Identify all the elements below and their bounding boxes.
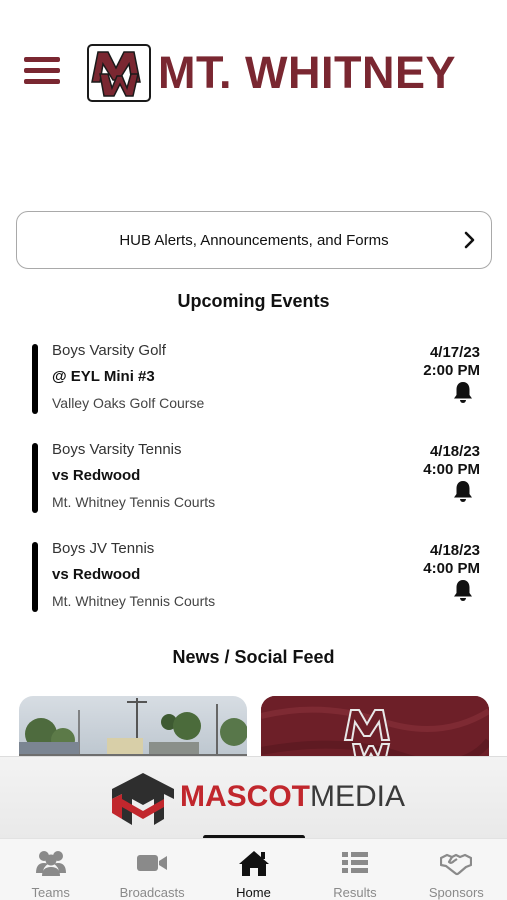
tab-results[interactable]: Results: [304, 839, 405, 900]
event-sport: Boys JV Tennis: [52, 540, 155, 557]
home-icon: [238, 851, 269, 876]
handshake-icon: [440, 853, 473, 876]
event-opponent: vs Redwood: [52, 566, 141, 583]
list-icon: [341, 852, 368, 873]
event-location: Valley Oaks Golf Course: [52, 395, 205, 411]
event-time: 2:00 PM: [423, 362, 480, 379]
event-accent-bar: [32, 344, 38, 414]
sponsor-banner[interactable]: MASCOTMEDIA: [0, 756, 507, 838]
event-location: Mt. Whitney Tennis Courts: [52, 494, 216, 510]
event-opponent: @ EYL Mini #3: [52, 368, 155, 385]
mascot-media-logo-icon: [112, 773, 174, 825]
tab-bar: Teams Broadcasts Home Results Sponsors: [0, 838, 507, 900]
bell-icon[interactable]: [452, 479, 474, 503]
news-feed-title: News / Social Feed: [172, 647, 335, 667]
event-date: 4/18/23: [429, 542, 480, 559]
bell-icon[interactable]: [452, 578, 474, 602]
event-date: 4/18/23: [429, 443, 480, 460]
event-time: 4:00 PM: [423, 560, 480, 577]
hamburger-menu-icon[interactable]: [24, 55, 62, 87]
event-sport: Boys Varsity Tennis: [52, 441, 182, 458]
tab-label: Results: [333, 885, 377, 900]
tab-label: Broadcasts: [119, 885, 185, 900]
tab-broadcasts[interactable]: Broadcasts: [101, 839, 202, 900]
tab-label: Teams: [31, 885, 70, 900]
tab-label: Sponsors: [428, 885, 484, 900]
tab-home[interactable]: Home: [203, 839, 304, 900]
tab-label: Home: [236, 885, 271, 900]
tab-sponsors[interactable]: Sponsors: [406, 839, 507, 900]
upcoming-events-title: Upcoming Events: [177, 291, 330, 311]
bell-icon[interactable]: [452, 380, 474, 404]
mascot-media-wordmark: MASCOTMEDIA: [180, 779, 405, 815]
event-accent-bar: [32, 443, 38, 513]
teams-icon: [35, 851, 66, 876]
event-location: Mt. Whitney Tennis Courts: [52, 593, 216, 609]
event-opponent: vs Redwood: [52, 467, 141, 484]
event-accent-bar: [32, 542, 38, 612]
video-camera-icon: [137, 855, 168, 871]
event-sport: Boys Varsity Golf: [52, 342, 166, 359]
hub-alerts-label: HUB Alerts, Announcements, and Forms: [119, 231, 389, 249]
school-logo-icon: [87, 44, 151, 102]
event-item[interactable]: Boys Varsity Golf @ EYL Mini #3 Valley O…: [30, 342, 490, 416]
app-header: MT. WHITNEY: [0, 0, 507, 150]
wordmark-part-2: MEDIA: [310, 780, 406, 813]
wordmark-part-1: MASCOT: [180, 780, 310, 813]
event-item[interactable]: Boys JV Tennis vs Redwood Mt. Whitney Te…: [30, 540, 490, 614]
event-item[interactable]: Boys Varsity Tennis vs Redwood Mt. Whitn…: [30, 441, 490, 515]
event-time: 4:00 PM: [423, 461, 480, 478]
school-name: MT. WHITNEY: [158, 47, 456, 98]
tab-teams[interactable]: Teams: [0, 839, 101, 900]
chevron-right-icon: [464, 231, 475, 249]
event-date: 4/17/23: [429, 344, 480, 361]
hub-alerts-button[interactable]: HUB Alerts, Announcements, and Forms: [16, 211, 492, 269]
